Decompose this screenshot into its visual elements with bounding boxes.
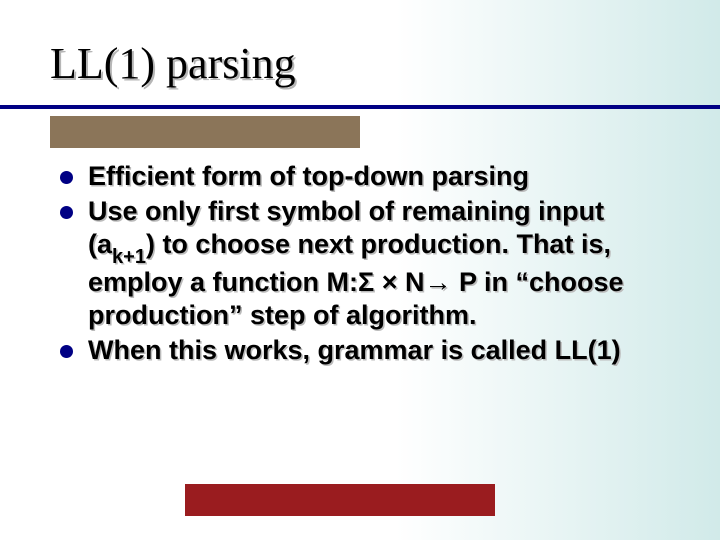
- bullet-1-text: Efficient form of top-down parsing: [88, 161, 529, 191]
- accent-box-top: [50, 116, 360, 148]
- bullet-3-text: When this works, grammar is called LL(1): [88, 335, 621, 365]
- title-underline: [0, 105, 720, 109]
- bullet-2-sigma: Σ: [358, 267, 374, 297]
- slide: LL(1) parsing Efficient form of top-down…: [0, 0, 720, 540]
- bullet-2-arrow: →: [424, 267, 451, 297]
- bullet-3: When this works, grammar is called LL(1): [60, 334, 660, 367]
- bullet-1: Efficient form of top-down parsing: [60, 160, 660, 193]
- bullet-2: Use only first symbol of remaining input…: [60, 195, 660, 332]
- slide-body: Efficient form of top-down parsing Use o…: [60, 160, 660, 368]
- bullet-2-times: × N: [374, 267, 424, 297]
- accent-box-bottom: [185, 484, 495, 516]
- slide-title: LL(1) parsing: [50, 38, 296, 89]
- bullet-2-subscript: k+1: [112, 246, 146, 268]
